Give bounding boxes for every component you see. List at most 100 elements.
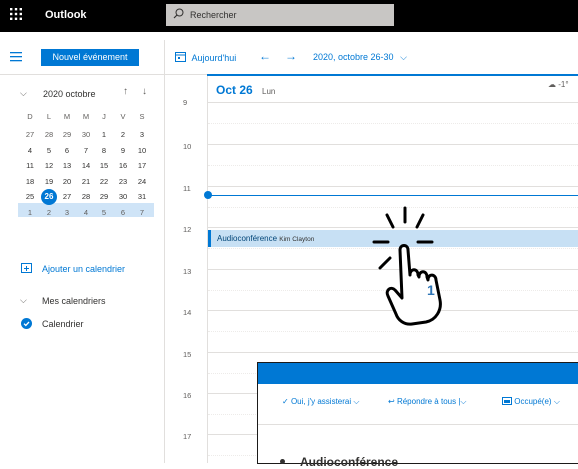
mini-calendar-day[interactable]: 6	[60, 144, 74, 158]
search-box[interactable]: Rechercher	[166, 4, 394, 26]
waffle-icon[interactable]	[10, 8, 24, 22]
hour-label: 9	[183, 98, 188, 107]
mini-calendar-day[interactable]: 11	[23, 159, 37, 173]
mini-calendar-day[interactable]: 3	[135, 128, 149, 142]
mini-calendar-day[interactable]: 5	[42, 144, 56, 158]
new-event-button[interactable]: Nouvel événement	[41, 49, 139, 66]
mini-calendar-day[interactable]: 20	[60, 175, 74, 189]
mini-calendar-day[interactable]: 3	[60, 206, 74, 220]
day-header-date[interactable]: Oct 26	[216, 83, 253, 97]
mini-calendar-day[interactable]: 16	[116, 159, 130, 173]
mini-calendar-day[interactable]: 29	[97, 190, 111, 204]
date-range-label: 2020, octobre 26-30	[313, 52, 394, 62]
event-color-dot	[280, 459, 285, 464]
mini-calendar-day[interactable]: 7	[135, 206, 149, 220]
mini-calendar-day[interactable]: 4	[23, 144, 37, 158]
hour-label: 14	[183, 308, 192, 317]
checkmark-icon: ✓	[282, 397, 289, 406]
event-organizer: Kim Clayton	[279, 236, 315, 243]
hamburger-icon[interactable]	[10, 50, 24, 65]
mini-calendar-day[interactable]: 31	[135, 190, 149, 204]
calendar-item[interactable]: Calendrier	[42, 319, 84, 329]
month-down-arrow-icon[interactable]: ↓	[142, 86, 147, 97]
busy-status-button[interactable]: Occupé(e) ⌵	[502, 397, 560, 407]
search-input[interactable]: Rechercher	[190, 10, 237, 20]
mini-calendar-day[interactable]: 2	[42, 206, 56, 220]
mini-calendar-day[interactable]: 19	[42, 175, 56, 189]
hour-label: 10	[183, 142, 192, 151]
mini-calendar-day[interactable]: 23	[116, 175, 130, 189]
today-button[interactable]: Aujourd'hui	[175, 51, 236, 64]
mini-calendar-day[interactable]: 7	[79, 144, 93, 158]
chevron-down-icon: ⌵	[353, 397, 360, 406]
mini-calendar-day[interactable]: 27	[23, 128, 37, 142]
mini-calendar-day[interactable]: 8	[97, 144, 111, 158]
half-hour-line	[208, 165, 578, 166]
mini-calendar-day[interactable]: 29	[60, 128, 74, 142]
checkmark-circle-icon[interactable]	[21, 318, 32, 331]
collapse-chevron-icon[interactable]: ⌵	[20, 88, 27, 99]
mini-calendar-day[interactable]: 5	[97, 206, 111, 220]
app-title[interactable]: Outlook	[45, 9, 87, 21]
hour-line	[208, 102, 578, 103]
hour-label: 16	[183, 391, 192, 400]
day-header-weekday: Lun	[262, 87, 276, 96]
hour-line	[208, 352, 578, 353]
current-time-dot	[204, 191, 212, 199]
hour-label: 17	[183, 432, 192, 441]
mini-calendar-day[interactable]: 4	[79, 206, 93, 220]
hour-label: 13	[183, 267, 192, 276]
mini-calendar-day[interactable]: 9	[116, 144, 130, 158]
mini-calendar-day[interactable]: 15	[97, 159, 111, 173]
chevron-down-icon: ⌵	[400, 52, 407, 62]
next-arrow-icon[interactable]: →	[285, 49, 297, 63]
mini-calendar-day[interactable]: 17	[135, 159, 149, 173]
mini-calendar-day[interactable]: 6	[116, 206, 130, 220]
mini-calendar-day[interactable]: 18	[23, 175, 37, 189]
mini-calendar-day[interactable]: 12	[42, 159, 56, 173]
mini-calendar-day[interactable]: 1	[97, 128, 111, 142]
reply-all-button[interactable]: ↩ Répondre à tous |⌵	[388, 397, 466, 407]
chevron-down-icon: ⌵	[553, 397, 560, 407]
my-calendars-header[interactable]: Mes calendriers	[42, 296, 106, 306]
my-calendars-chevron-icon[interactable]: ⌵	[20, 295, 27, 306]
event-title-text: Audioconférence	[217, 234, 278, 243]
mini-calendar-day[interactable]: 2	[116, 128, 130, 142]
search-icon	[173, 8, 185, 20]
mini-calendar-day[interactable]: 25	[23, 190, 37, 204]
mini-calendar-day[interactable]: 27	[60, 190, 74, 204]
mini-calendar-selected-day[interactable]: 26	[41, 189, 57, 205]
add-calendar-icon	[21, 262, 32, 275]
today-label: Aujourd'hui	[191, 52, 237, 63]
mini-calendar-day[interactable]: 28	[79, 190, 93, 204]
half-hour-line	[208, 123, 578, 124]
event-popup: ✓ Oui, j'y assisterai ⌵ ↩ Répondre à tou…	[258, 363, 578, 469]
mini-calendar-day[interactable]: 22	[97, 175, 111, 189]
mini-calendar-day[interactable]: 28	[42, 128, 56, 142]
mini-calendar-day[interactable]: 14	[79, 159, 93, 173]
mini-calendar-day[interactable]: 1	[23, 206, 37, 220]
date-range-picker[interactable]: 2020, octobre 26-30 ⌵	[313, 52, 407, 63]
prev-arrow-icon[interactable]: ←	[259, 49, 271, 63]
reply-all-label: Répondre à tous	[396, 397, 457, 406]
weekday-header: M	[82, 112, 90, 121]
weekday-header: M	[63, 112, 71, 121]
hour-label: 11	[183, 184, 191, 193]
current-time-line	[208, 195, 578, 196]
accept-button[interactable]: ✓ Oui, j'y assisterai ⌵	[282, 397, 359, 407]
mini-calendar-day[interactable]: 21	[79, 175, 93, 189]
popup-header-bar	[258, 363, 578, 384]
hour-line	[208, 186, 578, 187]
reply-all-icon: ↩	[388, 397, 395, 406]
mini-calendar-day[interactable]: 10	[135, 144, 149, 158]
cloud-icon: ☁	[548, 80, 556, 89]
mini-calendar-day[interactable]: 30	[116, 190, 130, 204]
mini-calendar-month[interactable]: 2020 octobre	[43, 89, 96, 99]
mini-calendar-day[interactable]: 24	[135, 175, 149, 189]
weekday-header: D	[27, 112, 33, 121]
mini-calendar-day[interactable]: 30	[79, 128, 93, 142]
month-up-arrow-icon[interactable]: ↑	[123, 86, 128, 97]
weekday-header: L	[46, 112, 52, 121]
mini-calendar-day[interactable]: 13	[60, 159, 74, 173]
add-calendar-link[interactable]: Ajouter un calendrier	[42, 264, 125, 274]
